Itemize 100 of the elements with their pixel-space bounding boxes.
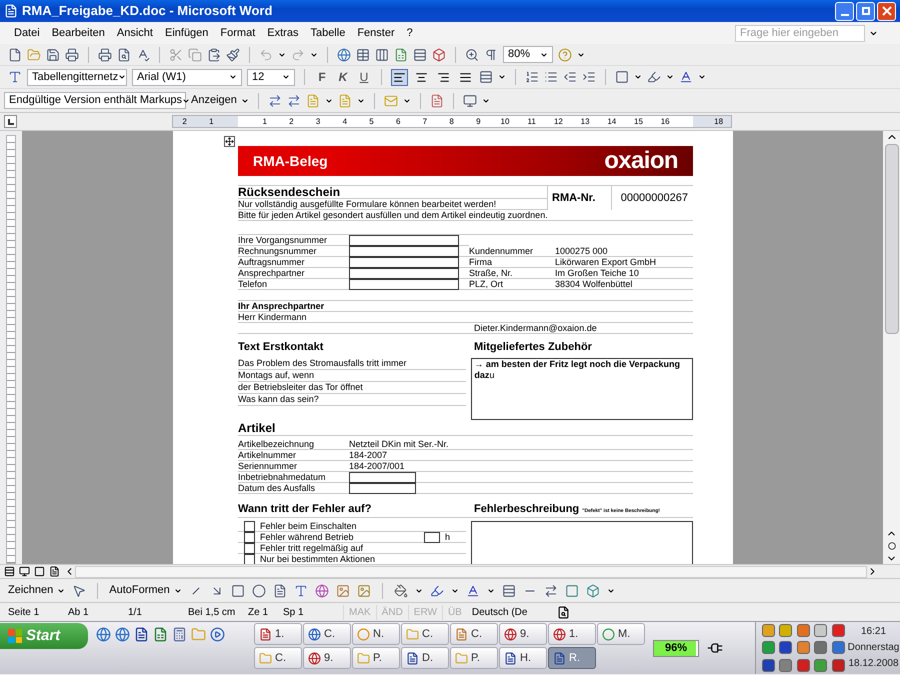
- checkbox[interactable]: [244, 532, 255, 543]
- text-box-icon[interactable]: [272, 584, 287, 598]
- printer-icon[interactable]: [98, 48, 112, 62]
- markup-view-combo[interactable]: Endgültige Version enthält Markups: [4, 92, 186, 109]
- style-combo[interactable]: Tabellengitternetz: [27, 68, 127, 86]
- taskbar-button[interactable]: C.: [254, 647, 302, 669]
- font-color-icon[interactable]: [466, 584, 480, 598]
- horizontal-scrollbar[interactable]: [75, 566, 867, 578]
- font-color-icon[interactable]: [679, 70, 693, 84]
- hours-field[interactable]: [424, 532, 440, 543]
- taskbar-button[interactable]: M.: [597, 623, 645, 645]
- wordart-icon[interactable]: [294, 584, 308, 598]
- spreadsheet-icon[interactable]: [153, 627, 168, 642]
- taskbar-button[interactable]: P.: [450, 647, 498, 669]
- media-player-icon[interactable]: [210, 627, 225, 642]
- font-size-combo[interactable]: 12: [247, 68, 295, 86]
- 3d-icon[interactable]: [586, 584, 600, 598]
- tray-icon[interactable]: [762, 658, 775, 672]
- taskbar-button[interactable]: P.: [352, 647, 400, 669]
- numbered-list-icon[interactable]: [525, 70, 539, 84]
- tray-icon[interactable]: [832, 658, 845, 672]
- taskbar-button[interactable]: C.: [303, 623, 351, 645]
- print-preview-icon[interactable]: [117, 48, 131, 62]
- browse-object-icon[interactable]: [888, 542, 896, 550]
- help-search-field[interactable]: Frage hier eingeben: [735, 24, 865, 42]
- rectangle-icon[interactable]: [230, 584, 245, 598]
- tray-icon[interactable]: [796, 658, 810, 672]
- taskbar-button[interactable]: 9.: [303, 647, 351, 669]
- align-button[interactable]: [391, 68, 408, 86]
- menu-item[interactable]: Tabelle: [304, 24, 352, 42]
- print-view-icon[interactable]: [34, 566, 45, 577]
- paintbrush-icon[interactable]: [226, 48, 240, 62]
- spellcheck-icon[interactable]: [136, 48, 150, 62]
- menu-item[interactable]: Format: [214, 24, 262, 42]
- spellcheck-status-icon[interactable]: [556, 606, 570, 618]
- close-button[interactable]: [877, 2, 896, 20]
- taskbar-button[interactable]: D.: [401, 647, 449, 669]
- show-button[interactable]: Anzeigen: [191, 92, 249, 109]
- italic-button[interactable]: K: [335, 68, 351, 86]
- tray-icon[interactable]: [779, 658, 792, 672]
- tray-icon[interactable]: [814, 624, 828, 637]
- horizontal-ruler[interactable]: 2 1 1 2 3 4 5 6 7 8 9 10 11 12 13 14 15 16 18: [172, 115, 732, 128]
- checkbox[interactable]: [244, 521, 255, 532]
- minimize-button[interactable]: [835, 2, 854, 20]
- taskbar-button[interactable]: 9.: [499, 623, 547, 645]
- tray-icon[interactable]: [832, 624, 845, 637]
- browser-icon[interactable]: [96, 627, 111, 642]
- tray-icon[interactable]: [762, 641, 775, 654]
- save-icon[interactable]: [46, 48, 60, 62]
- columns-icon[interactable]: [375, 48, 389, 62]
- taskbar-button[interactable]: N.: [352, 623, 400, 645]
- pilcrow-icon[interactable]: [484, 48, 498, 62]
- ellipse-icon[interactable]: [252, 584, 266, 598]
- spreadsheet-icon[interactable]: [394, 48, 408, 62]
- vertical-scrollbar[interactable]: [883, 131, 900, 564]
- tray-icon[interactable]: [814, 658, 828, 672]
- globe-icon[interactable]: [337, 48, 351, 62]
- checkbox[interactable]: [244, 543, 255, 554]
- taskbar-button[interactable]: C.: [450, 623, 498, 645]
- font-combo[interactable]: Arial (W1): [132, 68, 242, 86]
- menu-item[interactable]: Ansicht: [110, 24, 159, 42]
- tray-icon[interactable]: [796, 624, 810, 637]
- taskbar-button[interactable]: 1.: [254, 623, 302, 645]
- draw-menu-button[interactable]: Zeichnen: [8, 582, 66, 599]
- menu-item[interactable]: Einfügen: [158, 24, 214, 42]
- pointer-icon[interactable]: [72, 584, 86, 598]
- input-field[interactable]: [349, 257, 459, 268]
- document-icon[interactable]: [134, 627, 149, 642]
- table-move-handle-icon[interactable]: [224, 136, 235, 147]
- menu-item[interactable]: ?: [400, 24, 419, 42]
- taskbar-button[interactable]: 1.: [548, 623, 596, 645]
- tab-selector[interactable]: [4, 115, 17, 128]
- outdent-icon[interactable]: [563, 70, 577, 84]
- indent-icon[interactable]: [582, 70, 596, 84]
- line-color-icon[interactable]: [430, 584, 444, 598]
- menu-item[interactable]: Fenster: [351, 24, 401, 42]
- styles-icon[interactable]: [8, 70, 22, 84]
- menu-item[interactable]: Bearbeiten: [46, 24, 111, 42]
- input-field[interactable]: [349, 279, 459, 290]
- zoom-combo[interactable]: 80%: [503, 46, 553, 63]
- tray-icon[interactable]: [779, 641, 792, 654]
- bold-button[interactable]: F: [314, 68, 330, 86]
- paste-icon[interactable]: [207, 48, 221, 62]
- tray-icon[interactable]: [779, 624, 792, 637]
- new-document-icon[interactable]: [8, 48, 22, 62]
- menu-item[interactable]: Extras: [261, 24, 304, 42]
- tray-icon[interactable]: [814, 641, 828, 654]
- input-field[interactable]: [349, 268, 459, 279]
- tray-icon[interactable]: [832, 641, 845, 654]
- tray-icon[interactable]: [762, 624, 775, 637]
- web-view-icon[interactable]: [19, 566, 30, 577]
- input-field[interactable]: [349, 235, 459, 246]
- date-field[interactable]: [349, 483, 416, 494]
- input-field[interactable]: [349, 246, 459, 257]
- help-icon[interactable]: [558, 48, 572, 62]
- taskbar-button[interactable]: C.: [401, 623, 449, 645]
- zoom-icon[interactable]: [465, 48, 479, 62]
- rows-icon[interactable]: [413, 48, 427, 62]
- outline-view-icon[interactable]: [49, 566, 60, 577]
- restore-button[interactable]: [856, 2, 875, 20]
